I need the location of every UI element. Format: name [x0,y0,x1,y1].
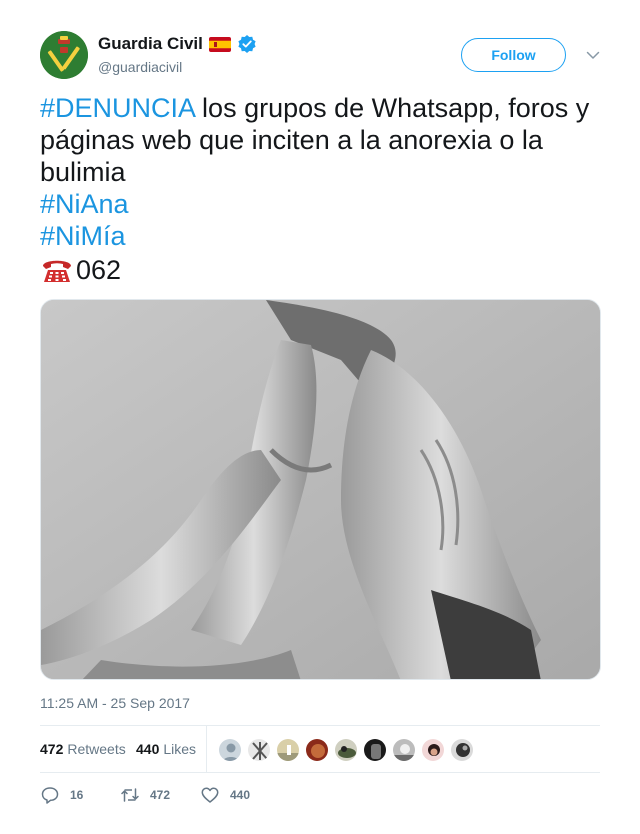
reply-button[interactable]: 16 [40,785,83,805]
liker-avatar[interactable] [305,738,329,762]
liker-avatar[interactable] [334,738,358,762]
display-name[interactable]: Guardia Civil [98,34,203,54]
liker-avatar[interactable] [218,738,242,762]
liker-avatar[interactable] [450,738,474,762]
tweet-timestamp[interactable]: 11:25 AM - 25 Sep 2017 [40,695,190,711]
liker-avatar[interactable] [247,738,271,762]
stats-divider [206,726,207,773]
reply-icon [41,787,59,804]
tweet-header: Guardia Civil @guardiacivil Follow [40,31,600,81]
retweet-icon [121,788,139,802]
verified-badge-icon [237,34,257,54]
like-button[interactable]: 440 [200,785,250,805]
hashtag-nimia[interactable]: #NiMía [40,220,600,252]
user-avatar[interactable] [40,31,88,79]
retweet-count: 472 [150,788,171,802]
hashtag-niana[interactable]: #NiAna [40,188,600,220]
liker-avatar[interactable] [392,738,416,762]
telephone-icon [40,256,74,284]
retweets-stat[interactable]: 472 Retweets [40,741,126,757]
reply-count: 16 [70,788,84,802]
heart-icon [201,787,219,803]
like-count: 440 [230,788,251,802]
likes-stat[interactable]: 440 Likes [136,741,196,757]
likes-label: Likes [163,741,197,757]
hashtag-denuncia[interactable]: #DENUNCIA [40,93,195,123]
chevron-down-icon[interactable] [585,47,601,63]
phone-line: 062 [40,254,600,286]
retweets-count: 472 [40,741,64,757]
tweet-photo[interactable] [40,299,601,680]
liker-avatar[interactable] [363,738,387,762]
tweet-text: #DENUNCIA los grupos de Whatsapp, foros … [40,92,600,286]
tweet-stats: 472 Retweets 440 Likes [40,725,600,773]
liker-avatar[interactable] [421,738,445,762]
photo-image [41,300,600,679]
retweets-label: Retweets [67,741,126,757]
guardia-civil-logo-icon [40,31,88,79]
phone-number: 062 [76,255,122,285]
spain-flag-icon [208,36,231,52]
follow-button[interactable]: Follow [461,38,566,72]
tweet-body: #DENUNCIA los grupos de Whatsapp, foros … [40,93,589,187]
tweet-actions: 16 472 440 [40,785,600,805]
liker-avatar[interactable] [276,738,300,762]
likes-count: 440 [136,741,160,757]
screen-name[interactable]: @guardiacivil [98,59,182,75]
liker-avatars [218,738,474,762]
retweet-button[interactable]: 472 [120,785,170,805]
user-name-row: Guardia Civil [98,33,257,55]
